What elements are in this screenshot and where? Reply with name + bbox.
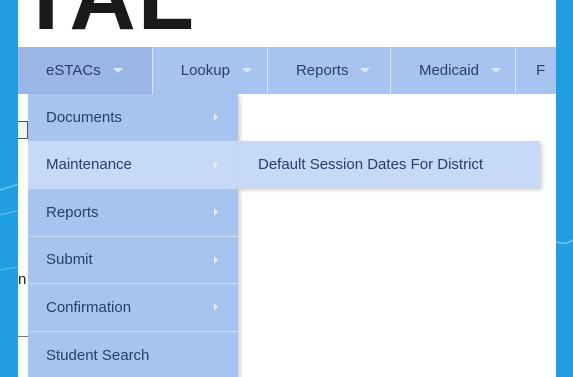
chevron-down-icon: [241, 68, 252, 73]
menu-item-label: Maintenance: [46, 156, 132, 174]
menu-item-student-search[interactable]: Student Search: [28, 332, 238, 377]
chevron-right-icon: [214, 113, 218, 122]
menu-item-maintenance[interactable]: Maintenance: [28, 141, 238, 189]
nav-item-medicaid[interactable]: Medicaid: [391, 47, 516, 94]
menu-item-label: Reports: [46, 203, 99, 221]
divider: [18, 336, 28, 337]
estacs-dropdown-menu: Documents Maintenance Reports Submit Con…: [28, 94, 238, 377]
chevron-right-icon: [214, 160, 218, 169]
partial-text: n: [18, 271, 27, 288]
nav-item-label: Reports: [295, 62, 349, 79]
chevron-down-icon: [360, 68, 371, 73]
chevron-down-icon: [491, 68, 501, 73]
menu-item-confirmation[interactable]: Confirmation: [28, 284, 238, 332]
menu-item-label: Confirmation: [46, 298, 132, 316]
main-nav-bar: eSTACs Lookup Reports Medicaid F: [18, 47, 556, 94]
nav-item-label: F: [536, 62, 546, 79]
nav-item-truncated[interactable]: F: [516, 47, 556, 94]
menu-item-label: Student Search: [46, 346, 150, 364]
nav-item-label: Medicaid: [418, 62, 479, 79]
menu-item-label: Submit: [46, 251, 93, 269]
submenu-item-label: Default Session Dates For District: [258, 156, 484, 173]
nav-item-reports[interactable]: Reports: [268, 47, 391, 94]
chevron-right-icon: [214, 255, 218, 264]
submenu-item-default-session-dates[interactable]: Default Session Dates For District: [238, 141, 540, 188]
nav-item-estacs[interactable]: eSTACs: [18, 47, 153, 94]
nav-item-label: Lookup: [180, 62, 230, 79]
menu-item-label: Documents: [46, 108, 122, 126]
chevron-right-icon: [214, 303, 218, 312]
app-logo: TAL: [18, 0, 196, 44]
menu-item-reports[interactable]: Reports: [28, 189, 238, 237]
chevron-down-icon: [112, 68, 123, 73]
nav-item-lookup[interactable]: Lookup: [153, 47, 268, 94]
menu-item-submit[interactable]: Submit: [28, 237, 238, 284]
menu-item-documents[interactable]: Documents: [28, 94, 238, 142]
partial-input-field: [18, 121, 28, 139]
chevron-right-icon: [214, 208, 218, 217]
nav-item-label: eSTACs: [46, 62, 101, 79]
